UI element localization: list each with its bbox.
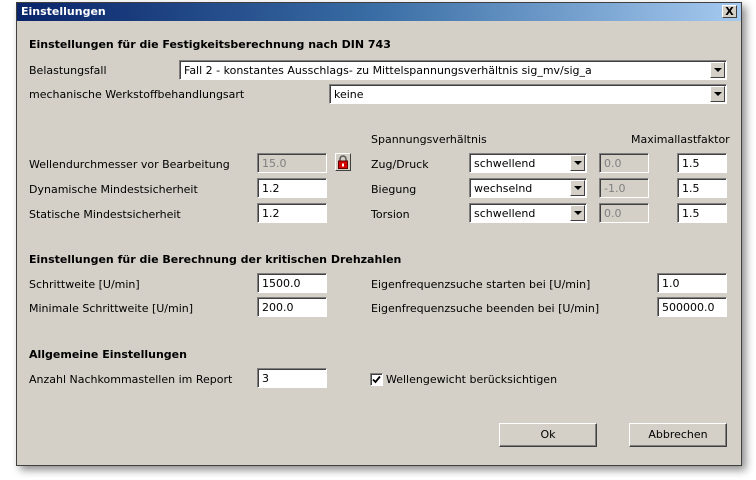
torsion-factor-field[interactable]: 1.5	[677, 203, 727, 223]
dyn-sicherheit-field[interactable]: 1.2	[257, 178, 327, 198]
belastungsfall-label: Belastungsfall	[29, 64, 107, 77]
settings-dialog: Einstellungen X Einstellungen für die Fe…	[16, 2, 742, 466]
eigenfrequenz-end-field[interactable]: 500000.0	[657, 297, 727, 317]
ok-button[interactable]: Ok	[499, 423, 597, 447]
wellengewicht-checkbox[interactable]	[370, 373, 383, 386]
stat-sicherheit-field[interactable]: 1.2	[257, 203, 327, 223]
eigenfrequenz-start-label: Eigenfrequenzsuche starten bei [U/min]	[371, 278, 591, 291]
cancel-button[interactable]: Abbrechen	[629, 423, 727, 447]
spannungsverhaeltnis-header: Spannungsverhältnis	[371, 133, 487, 146]
title-bar: Einstellungen X	[17, 3, 741, 21]
schrittweite-label: Schrittweite [U/min]	[29, 278, 140, 291]
zugdruck-mode-select[interactable]: schwellend	[469, 153, 587, 173]
torsion-label: Torsion	[371, 208, 410, 221]
dyn-sicherheit-label: Dynamische Mindestsicherheit	[29, 183, 198, 196]
wellendurchmesser-field[interactable]: 15.0	[257, 153, 327, 173]
nachkommastellen-label: Anzahl Nachkommastellen im Report	[29, 373, 233, 386]
belastungsfall-value: Fall 2 - konstantes Ausschlags- zu Mitte…	[184, 64, 592, 77]
belastungsfall-select[interactable]: Fall 2 - konstantes Ausschlags- zu Mitte…	[179, 60, 727, 80]
biegung-factor-field[interactable]: 1.5	[677, 178, 727, 198]
chevron-down-icon[interactable]	[570, 205, 585, 221]
chevron-down-icon[interactable]	[570, 155, 585, 171]
lock-button[interactable]	[335, 153, 351, 171]
zugdruck-mode-value: schwellend	[474, 157, 536, 170]
window-title: Einstellungen	[21, 5, 106, 18]
wellendurchmesser-label: Wellendurchmesser vor Bearbeitung	[29, 158, 230, 171]
torsion-mode-select[interactable]: schwellend	[469, 203, 587, 223]
eigenfrequenz-end-label: Eigenfrequenzsuche beenden bei [U/min]	[371, 302, 600, 315]
biegung-ratio-field[interactable]: -1.0	[599, 178, 649, 198]
stat-sicherheit-label: Statische Mindestsicherheit	[29, 208, 181, 221]
chevron-down-icon[interactable]	[710, 62, 725, 78]
wellengewicht-label[interactable]: Wellengewicht berücksichtigen	[386, 373, 557, 386]
biegung-mode-value: wechselnd	[474, 182, 533, 195]
behandlung-select[interactable]: keine	[329, 84, 727, 104]
chevron-down-icon[interactable]	[710, 86, 725, 102]
section-header-allgemein: Allgemeine Einstellungen	[29, 348, 187, 361]
chevron-down-icon[interactable]	[570, 180, 585, 196]
biegung-label: Biegung	[371, 183, 417, 196]
section-header-drehzahlen: Einstellungen für die Berechnung der kri…	[29, 253, 402, 266]
zugdruck-ratio-field[interactable]: 0.0	[599, 153, 649, 173]
min-schrittweite-field[interactable]: 200.0	[257, 297, 327, 317]
biegung-mode-select[interactable]: wechselnd	[469, 178, 587, 198]
eigenfrequenz-start-field[interactable]: 1.0	[657, 273, 727, 293]
checkmark-icon	[372, 375, 381, 384]
schrittweite-field[interactable]: 1500.0	[257, 273, 327, 293]
section-header-festigkeit: Einstellungen für die Festigkeitsberechn…	[29, 38, 391, 51]
torsion-ratio-field[interactable]: 0.0	[599, 203, 649, 223]
maximallastfaktor-header: Maximallastfaktor	[631, 133, 730, 146]
close-button[interactable]: X	[722, 5, 737, 18]
behandlung-value: keine	[334, 88, 364, 101]
zugdruck-factor-field[interactable]: 1.5	[677, 153, 727, 173]
lock-icon	[338, 155, 348, 169]
zugdruck-label: Zug/Druck	[371, 158, 429, 171]
nachkommastellen-field[interactable]: 3	[257, 368, 327, 388]
min-schrittweite-label: Minimale Schrittweite [U/min]	[29, 302, 194, 315]
behandlung-label: mechanische Werkstoffbehandlungsart	[29, 88, 245, 101]
torsion-mode-value: schwellend	[474, 207, 536, 220]
